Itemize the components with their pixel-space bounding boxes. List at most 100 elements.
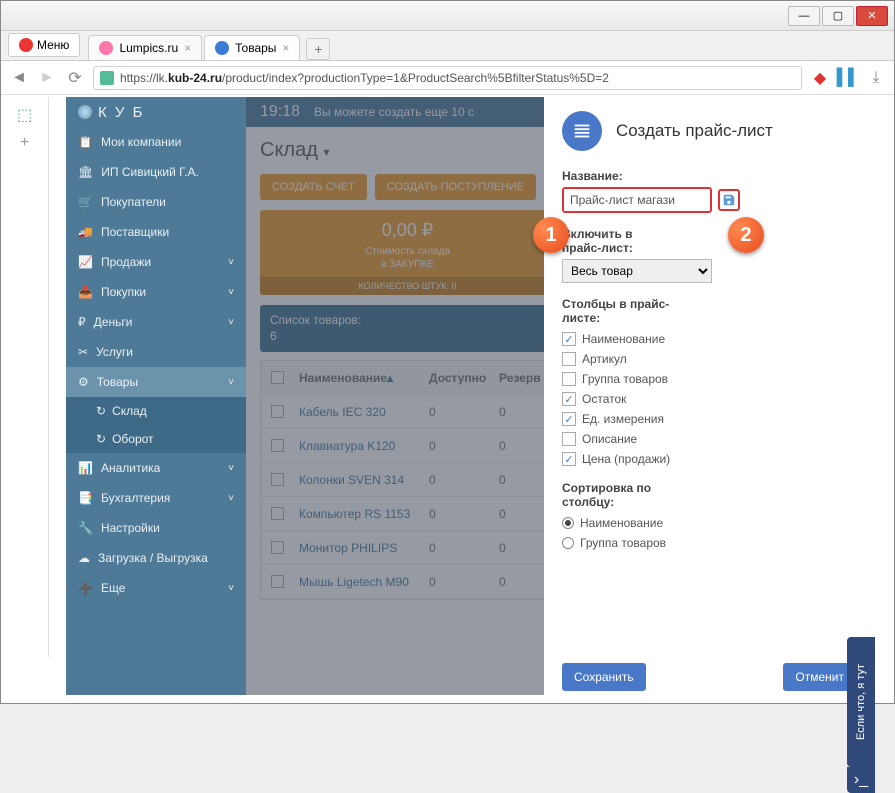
select-all-checkbox[interactable] (271, 371, 284, 384)
browser-tab[interactable]: Товары × (204, 35, 300, 60)
checkbox[interactable] (562, 392, 576, 406)
sort-option[interactable]: Группа товаров (562, 533, 856, 553)
cell-name[interactable]: Монитор PHILIPS (293, 541, 423, 555)
feedback-toggle-icon[interactable]: ›_ (847, 767, 875, 793)
nav-icon: ✂ (78, 345, 88, 359)
address-bar[interactable]: https://lk.kub-24.ru/product/index?produ… (93, 66, 802, 90)
browser-tab[interactable]: Lumpics.ru × (88, 35, 202, 60)
include-label: Включить в прайс-лист: (562, 227, 672, 255)
sidebar-item[interactable]: 📋Мои компании (66, 127, 246, 157)
column-option[interactable]: Остаток (562, 389, 856, 409)
column-option[interactable]: Артикул (562, 349, 856, 369)
nav-back-button[interactable]: ◄ (9, 68, 29, 88)
sidebar-subitem[interactable]: ↻Склад (66, 397, 246, 425)
checkbox-label: Остаток (582, 392, 626, 406)
sidebar-item[interactable]: 📑Бухгалтерия˅ (66, 483, 246, 513)
create-receipt-button[interactable]: СОЗДАТЬ ПОСТУПЛЕНИЕ (375, 174, 536, 200)
pricelist-name-input[interactable] (562, 187, 712, 213)
radio[interactable] (562, 537, 574, 549)
sidebar-item[interactable]: ₽Деньги˅ (66, 307, 246, 337)
nav-label: Товары (97, 375, 138, 389)
row-checkbox[interactable] (271, 405, 284, 418)
nav-label: Мои компании (101, 135, 181, 149)
sidebar-item[interactable]: 🛒Покупатели (66, 187, 246, 217)
save-button[interactable]: Сохранить (562, 663, 646, 691)
checkbox[interactable] (562, 412, 576, 426)
extension-icon[interactable]: ◆ (810, 68, 830, 88)
checkbox[interactable] (562, 452, 576, 466)
col-available[interactable]: Доступно (423, 371, 493, 385)
sidebar-app-icon[interactable]: ⬚ (15, 105, 35, 125)
row-checkbox[interactable] (271, 575, 284, 588)
browser-menu-button[interactable]: Меню (8, 33, 80, 57)
checkbox-label: Ед. измерения (582, 412, 664, 426)
browser-side-panel: ⬚ + (1, 97, 49, 657)
cell-name[interactable]: Мышь Ligetech M90 (293, 575, 423, 589)
cell-available: 0 (423, 541, 493, 555)
col-name[interactable]: Наименование▴ (293, 371, 423, 385)
nav-reload-button[interactable]: ⟳ (65, 68, 85, 88)
cell-name[interactable]: Клавиатура K120 (293, 439, 423, 453)
extension-icon[interactable]: ▌▌ (838, 68, 858, 88)
cell-name[interactable]: Компьютер RS 1153 (293, 507, 423, 521)
nav-sub-label: Оборот (112, 432, 153, 446)
cell-name[interactable]: Кабель IEC 320 (293, 405, 423, 419)
include-select[interactable]: Весь товар (562, 259, 712, 283)
create-invoice-button[interactable]: СОЗДАТЬ СЧЕТ (260, 174, 367, 200)
checkbox[interactable] (562, 432, 576, 446)
radio[interactable] (562, 517, 574, 529)
download-icon[interactable]: ⤓ (866, 68, 886, 88)
chevron-down-icon[interactable]: ▾ (323, 145, 329, 159)
nav-forward-button[interactable]: ► (37, 68, 57, 88)
window-minimize-button[interactable]: — (788, 6, 820, 26)
sort-option[interactable]: Наименование (562, 513, 856, 533)
column-option[interactable]: Описание (562, 429, 856, 449)
sidebar-item[interactable]: 🏛ИП Сивицкий Г.А. (66, 157, 246, 187)
chevron-down-icon: ˅ (228, 257, 234, 268)
sidebar-item[interactable]: 📈Продажи˅ (66, 247, 246, 277)
sidebar-item[interactable]: 📊Аналитика˅ (66, 453, 246, 483)
row-checkbox[interactable] (271, 507, 284, 520)
nav-label: Аналитика (101, 461, 160, 475)
cell-name[interactable]: Колонки SVEN 314 (293, 473, 423, 487)
checkbox[interactable] (562, 352, 576, 366)
sidebar-subitem[interactable]: ↻Оборот (66, 425, 246, 453)
nav-sub-label: Склад (112, 404, 147, 418)
window-close-button[interactable]: ✕ (856, 6, 888, 26)
checkbox[interactable] (562, 372, 576, 386)
url-text: https://lk.kub-24.ru/product/index?produ… (120, 71, 609, 85)
cancel-button[interactable]: Отменит (783, 663, 856, 691)
column-option[interactable]: Ед. измерения (562, 409, 856, 429)
opera-icon (19, 38, 33, 52)
row-checkbox[interactable] (271, 473, 284, 486)
app-sidebar: К У Б 📋Мои компании🏛ИП Сивицкий Г.А.🛒Пок… (66, 97, 246, 695)
sidebar-item[interactable]: ✂Услуги (66, 337, 246, 367)
row-checkbox[interactable] (271, 541, 284, 554)
tab-close-icon[interactable]: × (184, 41, 191, 55)
sidebar-item[interactable]: ☁Загрузка / Выгрузка (66, 543, 246, 573)
panel-title: Создать прайс-лист (616, 121, 773, 141)
sidebar-item[interactable]: ⚙Товары˅ (66, 367, 246, 397)
sidebar-item[interactable]: 📥Покупки˅ (66, 277, 246, 307)
checkbox[interactable] (562, 332, 576, 346)
radio-label: Группа товаров (580, 536, 666, 550)
sidebar-item[interactable]: 🚚Поставщики (66, 217, 246, 247)
save-name-button[interactable] (718, 189, 740, 211)
column-option[interactable]: Наименование (562, 329, 856, 349)
card-footer: КОЛИЧЕСТВО ШТУК: 0 (260, 277, 555, 295)
sidebar-add-icon[interactable]: + (15, 133, 35, 153)
cell-available: 0 (423, 439, 493, 453)
column-option[interactable]: Группа товаров (562, 369, 856, 389)
address-bar-row: ◄ ► ⟳ https://lk.kub-24.ru/product/index… (1, 61, 894, 95)
tab-close-icon[interactable]: × (282, 41, 289, 55)
sidebar-item[interactable]: ➕Еще˅ (66, 573, 246, 603)
row-checkbox[interactable] (271, 439, 284, 452)
window-maximize-button[interactable]: ▢ (822, 6, 854, 26)
new-tab-button[interactable]: + (306, 38, 330, 60)
feedback-tab[interactable]: Если что, я тут (847, 637, 875, 767)
nav-icon: 📈 (78, 255, 93, 269)
browser-tabs-row: Меню Lumpics.ru × Товары × + (1, 31, 894, 61)
sidebar-item[interactable]: 🔧Настройки (66, 513, 246, 543)
nav-label: Покупки (101, 285, 146, 299)
column-option[interactable]: Цена (продажи) (562, 449, 856, 469)
